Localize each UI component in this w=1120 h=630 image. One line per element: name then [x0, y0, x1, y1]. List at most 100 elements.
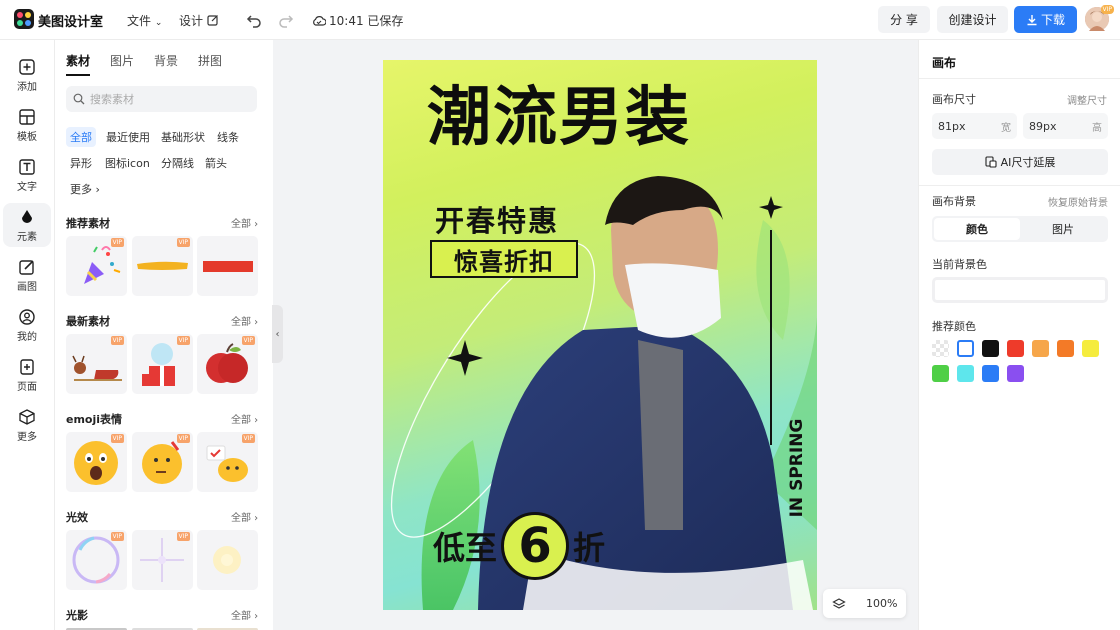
canvas-size-label: 画布尺寸: [932, 93, 976, 106]
tile-reindeer-sleigh[interactable]: VIP: [66, 334, 127, 394]
chip-more[interactable]: 更多 ›: [66, 179, 104, 199]
tile-red-apple[interactable]: VIP: [197, 334, 258, 394]
color-swatch[interactable]: [1032, 340, 1049, 357]
tab-material[interactable]: 素材: [66, 52, 91, 76]
tab-collage[interactable]: 拼图: [198, 52, 222, 76]
poster-subtitle[interactable]: 开春特惠: [435, 198, 559, 240]
tile-snow-globe-gift[interactable]: VIP: [132, 334, 193, 394]
height-field[interactable]: 89px 高: [1023, 113, 1108, 139]
bg-type-color[interactable]: 颜色: [934, 218, 1020, 240]
poster-vertical-text[interactable]: IN SPRING: [787, 418, 807, 518]
material-tabs: 素材 图片 背景 拼图: [66, 52, 222, 76]
zoom-control[interactable]: 100%: [823, 589, 906, 618]
poster-canvas[interactable]: 潮流男装 开春特惠 惊喜折扣 低至 6 折 IN SPRING: [383, 60, 817, 610]
ai-extend-button[interactable]: AI尺寸延展: [932, 149, 1108, 175]
avatar[interactable]: VIP: [1085, 5, 1114, 31]
color-swatch[interactable]: [982, 365, 999, 382]
color-swatch[interactable]: [1007, 340, 1024, 357]
chip-irregular[interactable]: 异形: [66, 153, 96, 173]
poster-sale[interactable]: 低至 6 折: [433, 512, 605, 580]
bg-type-image[interactable]: 图片: [1020, 218, 1106, 240]
tab-image[interactable]: 图片: [110, 52, 134, 76]
rail-item-template[interactable]: 模板: [3, 103, 51, 147]
download-button[interactable]: 下载: [1014, 6, 1077, 33]
chip-all[interactable]: 全部: [66, 127, 96, 147]
rail-item-mine[interactable]: 我的: [3, 303, 51, 347]
tile-glow-flare[interactable]: [197, 530, 258, 590]
design-menu-button[interactable]: 设计: [179, 12, 219, 29]
section-title-latest: 最新素材: [66, 315, 110, 328]
edit-icon: [207, 15, 218, 26]
file-menu-button[interactable]: 文件 ⌄: [127, 12, 162, 29]
tile-scared-emoji[interactable]: VIP: [66, 432, 127, 492]
color-swatch[interactable]: [932, 340, 949, 357]
poster-tag[interactable]: 惊喜折扣: [430, 240, 578, 278]
color-swatch[interactable]: [982, 340, 999, 357]
chip-icons[interactable]: 图标icon: [101, 153, 154, 173]
tile-sparkle-star[interactable]: VIP: [132, 530, 193, 590]
share-button[interactable]: 分 享: [878, 6, 930, 33]
rail-label: 模板: [17, 131, 37, 143]
poster-title[interactable]: 潮流男装: [427, 86, 691, 150]
color-swatch[interactable]: [1007, 365, 1024, 382]
section-all-link[interactable]: 全部 ›: [231, 313, 258, 328]
chevron-left-icon: ‹: [275, 328, 280, 340]
material-panel: 素材 图片 背景 拼图 搜索素材 全部 最近使用 基础形状 线条 异形 图标ic…: [56, 40, 272, 630]
rail-item-text[interactable]: 文字: [3, 153, 51, 197]
app-logo-icon[interactable]: [14, 9, 34, 29]
chip-basic-shapes[interactable]: 基础形状: [157, 127, 209, 147]
rail-label: 文字: [17, 181, 37, 193]
cube-icon: [19, 408, 35, 425]
chip-more-label: 更多: [70, 183, 92, 196]
tile-thinking-emoji[interactable]: VIP: [132, 432, 193, 492]
tile-chick-emoji[interactable]: VIP: [197, 432, 258, 492]
section-all-label: 全部: [231, 611, 251, 622]
section-title-light-effect: 光效: [66, 511, 88, 524]
color-swatch[interactable]: [1082, 340, 1099, 357]
create-design-button[interactable]: 创建设计: [937, 6, 1008, 33]
layers-icon[interactable]: [832, 597, 846, 611]
chip-lines[interactable]: 线条: [213, 127, 243, 147]
section-all-label: 全部: [231, 513, 251, 524]
height-unit: 高: [1092, 122, 1102, 134]
tile-yellow-brush-stroke[interactable]: VIP: [132, 236, 193, 296]
redo-icon[interactable]: [277, 11, 295, 29]
color-swatch[interactable]: [957, 365, 974, 382]
create-design-label: 创建设计: [948, 13, 997, 27]
chip-arrow[interactable]: 箭头: [201, 153, 231, 173]
color-swatch[interactable]: [1057, 340, 1074, 357]
collapse-panel-handle[interactable]: ‹: [272, 305, 283, 363]
share-label: 分 享: [890, 13, 918, 27]
vip-badge: VIP: [176, 336, 190, 345]
search-placeholder: 搜索素材: [90, 93, 134, 106]
width-field[interactable]: 81px 宽: [932, 113, 1017, 139]
restore-bg-link[interactable]: 恢复原始背景: [1048, 194, 1108, 209]
resize-link[interactable]: 调整尺寸: [1067, 92, 1107, 107]
section-all-link[interactable]: 全部 ›: [231, 607, 258, 622]
material-search[interactable]: 搜索素材: [66, 86, 257, 112]
rail-item-add[interactable]: 添加: [3, 53, 51, 97]
section-all-link[interactable]: 全部 ›: [231, 509, 258, 524]
zoom-level[interactable]: 100%: [866, 597, 897, 610]
chip-recent[interactable]: 最近使用: [102, 127, 154, 147]
rail-item-element[interactable]: 元素: [3, 203, 51, 247]
undo-icon[interactable]: [245, 11, 263, 29]
tile-red-bar[interactable]: [197, 236, 258, 296]
tile-bubble-ring[interactable]: VIP: [66, 530, 127, 590]
tile-party-popper[interactable]: VIP: [66, 236, 127, 296]
rail-item-more[interactable]: 更多: [3, 403, 51, 447]
section-title-recommended: 推荐素材: [66, 217, 110, 230]
color-swatch[interactable]: [932, 365, 949, 382]
vip-badge: VIP: [110, 336, 124, 345]
inspector-panel: 画布 画布尺寸 调整尺寸 81px 宽 89px 高 AI尺寸延展 画布背景 恢…: [918, 40, 1120, 630]
rail-item-page[interactable]: 页面: [3, 353, 51, 397]
color-swatch[interactable]: [957, 340, 974, 357]
section-all-link[interactable]: 全部 ›: [231, 215, 258, 230]
current-bg-swatch[interactable]: [932, 277, 1108, 303]
section-all-label: 全部: [231, 317, 251, 328]
app-name: 美图设计室: [38, 15, 104, 30]
rail-item-draw[interactable]: 画图: [3, 253, 51, 297]
chip-divider[interactable]: 分隔线: [157, 153, 198, 173]
tab-background[interactable]: 背景: [154, 52, 178, 76]
section-all-link[interactable]: 全部 ›: [231, 411, 258, 426]
